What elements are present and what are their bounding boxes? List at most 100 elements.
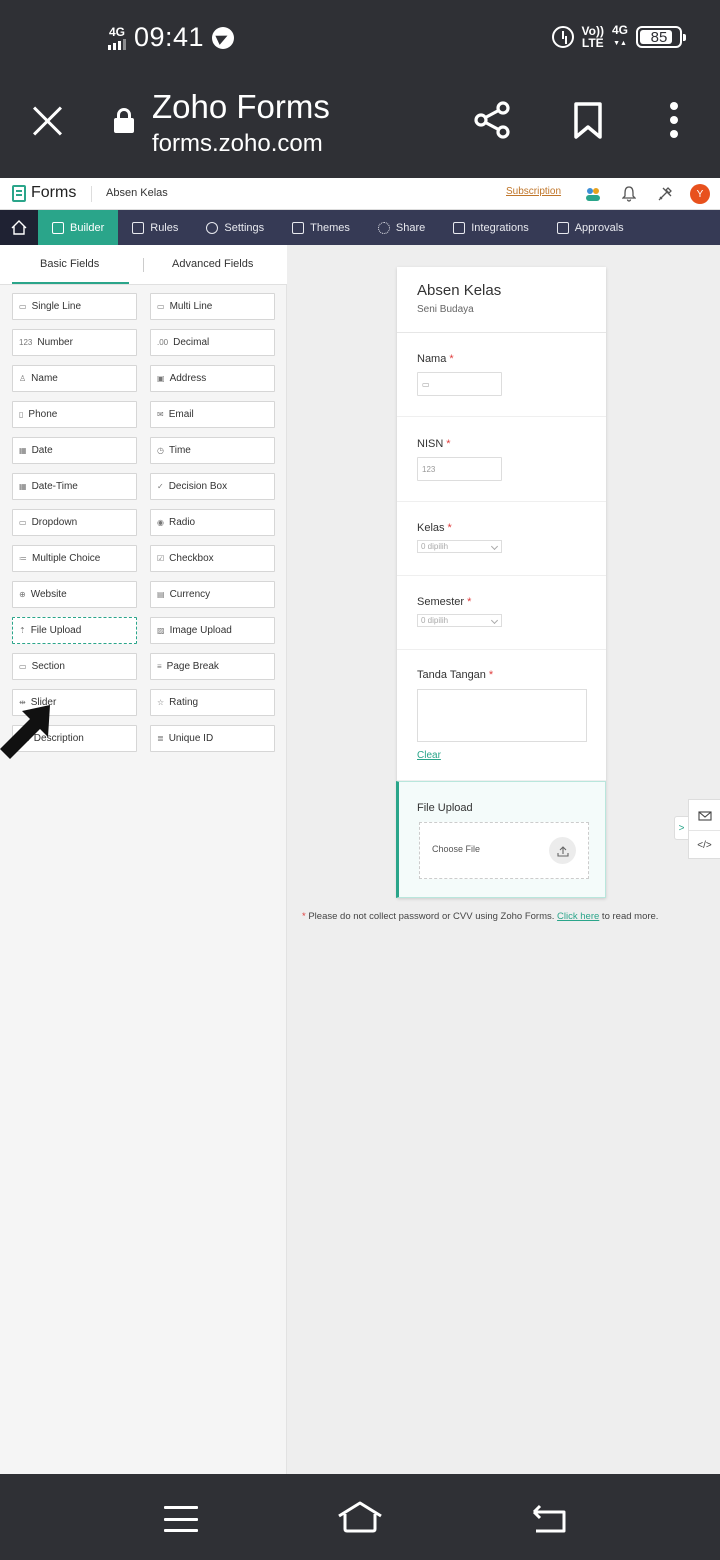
field-label: Name xyxy=(31,373,58,384)
field-label: Currency xyxy=(169,589,211,600)
form-title: Absen Kelas xyxy=(417,282,502,299)
email-tool-icon[interactable] xyxy=(689,800,720,830)
approvals-icon xyxy=(556,221,569,234)
field-semester[interactable]: Semester * 0 dipilih xyxy=(397,576,606,650)
field-type-icon: ⊕ xyxy=(19,589,26,599)
field-label: Radio xyxy=(168,517,196,528)
field-number[interactable]: 123 Number xyxy=(12,329,137,356)
bookmark-icon[interactable] xyxy=(572,102,604,140)
tools-icon[interactable] xyxy=(654,183,676,205)
form-canvas: Absen Kelas Seni Budaya Nama * ▭ NISN * 12… xyxy=(288,245,720,1474)
builder-icon xyxy=(52,221,64,234)
form-preview: Absen Kelas Seni Budaya Nama * ▭ NISN * 12… xyxy=(396,267,606,898)
field-multiple-choice[interactable]: ≔ Multiple Choice xyxy=(12,545,137,572)
tab-rules[interactable]: Rules xyxy=(118,210,192,245)
field-decision-box[interactable]: ✓ Decision Box xyxy=(150,473,275,500)
nama-input[interactable]: ▭ xyxy=(417,372,502,396)
signature-pad[interactable] xyxy=(417,689,587,742)
field-nama[interactable]: Nama * ▭ xyxy=(397,333,606,417)
battery-icon: 85 xyxy=(636,26,686,48)
field-label: Decision Box xyxy=(168,481,228,492)
brush-icon xyxy=(292,221,305,234)
clear-signature-link[interactable]: Clear xyxy=(417,750,441,761)
field-palette: Basic Fields Advanced Fields ▭ Single Lin… xyxy=(0,245,287,1474)
field-multi-line[interactable]: ▭ Multi Line xyxy=(150,293,275,320)
field-dropdown[interactable]: ▭ Dropdown xyxy=(12,509,137,536)
field-type-icon: ≡ xyxy=(157,661,162,671)
field-checkbox[interactable]: ☑ Checkbox xyxy=(150,545,275,572)
nisn-input[interactable]: 123 xyxy=(417,457,502,481)
home-icon xyxy=(11,220,27,235)
field-type-icon: ☆ xyxy=(157,697,165,707)
forms-logo[interactable]: Forms xyxy=(12,184,76,202)
field-decimal[interactable]: .00 Decimal xyxy=(150,329,275,356)
field-type-icon: ▣ xyxy=(157,373,165,383)
signal-icon: 4G xyxy=(108,26,126,50)
field-phone[interactable]: ▯ Phone xyxy=(12,401,137,428)
tab-themes[interactable]: Themes xyxy=(278,210,364,245)
tab-builder[interactable]: Builder xyxy=(38,210,119,245)
tab-settings[interactable]: Settings xyxy=(192,210,278,245)
tab-advanced-fields[interactable]: Advanced Fields xyxy=(172,258,253,270)
home-button[interactable] xyxy=(0,210,38,245)
subscription-link[interactable]: Subscription xyxy=(506,186,561,197)
field-nisn[interactable]: NISN * 123 xyxy=(397,417,606,502)
form-name[interactable]: Absen Kelas xyxy=(106,187,168,199)
field-label: Multiple Choice xyxy=(32,553,101,564)
field-type-icon: ≣ xyxy=(157,733,164,743)
security-note: * Please do not collect password or CVV … xyxy=(302,911,659,922)
field-page-break[interactable]: ≡ Page Break xyxy=(150,653,275,680)
click-here-link[interactable]: Click here xyxy=(557,911,599,922)
field-email[interactable]: ✉ Email xyxy=(150,401,275,428)
field-single-line[interactable]: ▭ Single Line xyxy=(12,293,137,320)
field-kelas[interactable]: Kelas * 0 dipilih xyxy=(397,502,606,576)
choose-file-label: Choose File xyxy=(432,844,481,854)
embed-code-icon[interactable]: </> xyxy=(689,830,720,860)
semester-dropdown[interactable]: 0 dipilih xyxy=(417,614,502,627)
file-upload-dropzone[interactable]: Choose File xyxy=(419,822,589,879)
bell-icon[interactable] xyxy=(618,183,640,205)
network-indicator: 4G ▼▲ xyxy=(611,23,628,48)
pointer-arrow-annotation xyxy=(0,705,50,759)
field-label: Single Line xyxy=(31,301,82,312)
home-nav-icon[interactable] xyxy=(336,1500,384,1534)
tab-approvals[interactable]: Approvals xyxy=(543,210,638,245)
field-radio[interactable]: ◉ Radio xyxy=(150,509,275,536)
kelas-dropdown[interactable]: 0 dipilih xyxy=(417,540,502,553)
field-website[interactable]: ⊕ Website xyxy=(12,581,137,608)
field-type-icon: ⇡ xyxy=(19,625,26,635)
field-label: Date-Time xyxy=(31,481,78,492)
field-date-time[interactable]: ▦ Date-Time xyxy=(12,473,137,500)
back-icon[interactable] xyxy=(530,1504,568,1534)
field-section[interactable]: ▭ Section xyxy=(12,653,137,680)
tab-share[interactable]: Share xyxy=(364,210,439,245)
avatar[interactable]: Y xyxy=(690,184,710,204)
field-label: File Upload xyxy=(30,625,82,636)
field-type-icon: ▤ xyxy=(157,589,165,599)
tab-basic-fields[interactable]: Basic Fields xyxy=(40,258,99,270)
users-icon[interactable] xyxy=(582,183,604,205)
recent-apps-icon[interactable] xyxy=(164,1506,198,1532)
field-tanda-tangan[interactable]: Tanda Tangan * Clear xyxy=(397,650,606,781)
browser-url[interactable]: forms.zoho.com xyxy=(152,130,323,158)
field-image-upload[interactable]: ▨ Image Upload xyxy=(150,617,275,644)
more-options-icon[interactable] xyxy=(668,102,680,138)
field-currency[interactable]: ▤ Currency xyxy=(150,581,275,608)
field-time[interactable]: ◷ Time xyxy=(150,437,275,464)
field-rating[interactable]: ☆ Rating xyxy=(150,689,275,716)
close-icon[interactable] xyxy=(32,105,64,137)
field-file-upload[interactable]: ⇡ File Upload xyxy=(12,617,137,644)
tab-integrations[interactable]: Integrations xyxy=(439,210,542,245)
expand-panel-button[interactable]: > xyxy=(674,816,688,840)
system-navigation-bar xyxy=(0,1474,720,1560)
form-header[interactable]: Absen Kelas Seni Budaya xyxy=(397,267,606,333)
field-date[interactable]: ▦ Date xyxy=(12,437,137,464)
field-unique-id[interactable]: ≣ Unique ID xyxy=(150,725,275,752)
upload-icon[interactable] xyxy=(549,837,576,864)
share-icon[interactable] xyxy=(472,100,512,140)
field-name[interactable]: ♙ Name xyxy=(12,365,137,392)
field-file-upload[interactable]: File Upload Choose File xyxy=(396,781,606,898)
field-type-icon: ☑ xyxy=(157,553,165,563)
lock-icon xyxy=(114,108,134,133)
field-address[interactable]: ▣ Address xyxy=(150,365,275,392)
